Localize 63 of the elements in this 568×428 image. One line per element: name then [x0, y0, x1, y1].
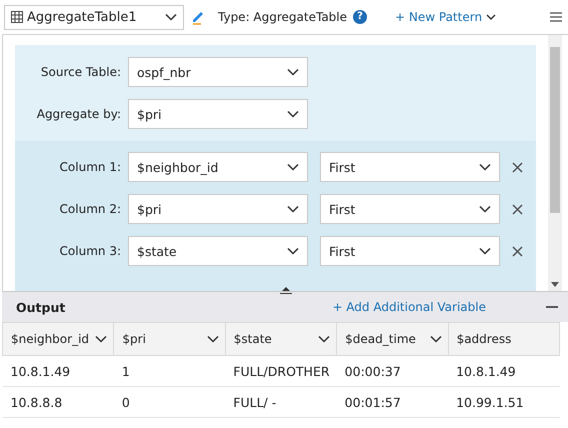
minimize-icon[interactable] — [546, 306, 558, 308]
caret-icon — [287, 163, 299, 171]
table-cell: 10.99.1.51 — [448, 386, 560, 418]
column-title: $state — [234, 332, 272, 346]
table-cell: 00:01:57 — [336, 386, 448, 418]
resize-handle-icon[interactable] — [280, 286, 292, 294]
close-icon[interactable] — [512, 162, 523, 172]
field-label: Source Table: — [40, 65, 122, 79]
menu-icon[interactable] — [550, 12, 562, 22]
caret-icon — [318, 335, 330, 343]
scrollbar-thumb[interactable] — [550, 47, 560, 213]
variable-select[interactable]: $state — [128, 236, 308, 266]
table-cell: 00:00:37 — [336, 356, 448, 386]
table-cell: 1 — [114, 356, 226, 386]
caret-icon — [479, 205, 491, 213]
caret-icon — [287, 205, 299, 213]
function-select[interactable]: First — [320, 194, 500, 224]
table-cell: 0 — [114, 386, 226, 418]
table-select[interactable]: AggregateTable1 — [4, 4, 184, 30]
close-icon[interactable] — [512, 204, 523, 214]
column-header[interactable]: $state — [225, 322, 337, 356]
output-title: Output — [16, 300, 66, 314]
scrollbar[interactable] — [548, 35, 562, 291]
type-label: Type: AggregateTable — [218, 10, 348, 24]
table-cell: FULL/ - — [225, 386, 337, 418]
caret-icon — [206, 335, 219, 343]
column-header[interactable]: $pri — [114, 322, 226, 356]
function-select[interactable]: First — [320, 152, 500, 182]
caret-icon — [95, 335, 108, 343]
table-cell: 10.8.1.49 — [2, 356, 114, 386]
scroll-down-icon[interactable] — [551, 282, 559, 287]
pencil-icon[interactable] — [190, 9, 206, 25]
help-icon[interactable]: ? — [353, 10, 368, 24]
caret-icon — [479, 247, 491, 255]
column-title: $pri — [122, 332, 146, 346]
field-label: Column 2: — [58, 202, 122, 216]
aggregate-by-select[interactable]: $pri — [128, 99, 308, 129]
field-label: Column 1: — [58, 160, 122, 174]
caret-icon — [479, 163, 491, 171]
table-cell: FULL/DROTHER — [225, 356, 337, 386]
variable-select[interactable]: $pri — [128, 194, 308, 224]
caret-icon — [287, 110, 299, 118]
caret-icon — [287, 68, 299, 76]
column-header[interactable]: $neighbor_id — [2, 322, 114, 356]
close-icon[interactable] — [512, 246, 523, 256]
table-icon — [11, 11, 23, 23]
caret-icon — [486, 14, 496, 20]
caret-icon — [287, 247, 299, 255]
caret-icon — [165, 13, 177, 21]
new-pattern-button[interactable]: + New Pattern — [395, 10, 496, 24]
variable-select[interactable]: $neighbor_id — [128, 152, 308, 182]
caret-icon — [430, 335, 442, 343]
column-header[interactable]: $dead_time — [336, 322, 448, 356]
table-cell: 10.8.1.49 — [448, 356, 560, 386]
field-label: Column 3: — [58, 244, 122, 258]
column-title: $dead_time — [345, 332, 416, 346]
source-table-select[interactable]: ospf_nbr — [128, 57, 308, 87]
function-select[interactable]: First — [320, 236, 500, 266]
column-title: $neighbor_id — [11, 332, 90, 346]
column-header[interactable]: $address — [448, 322, 560, 356]
table-cell: 10.8.8.8 — [2, 386, 114, 418]
field-label: Aggregate by: — [36, 107, 122, 121]
add-variable-link[interactable]: + Add Additional Variable — [332, 300, 486, 314]
